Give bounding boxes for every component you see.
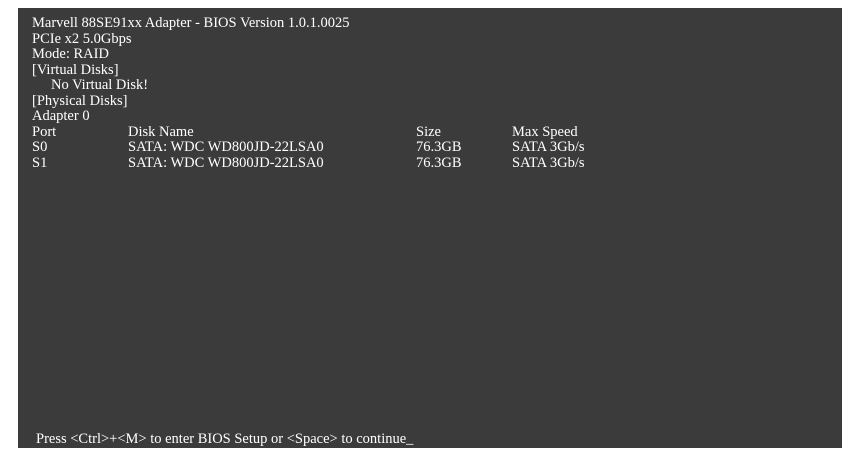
bios-title: Marvell 88SE91xx Adapter - BIOS Version … xyxy=(32,15,350,31)
disk-max-speed: SATA 3Gb/s xyxy=(512,139,585,155)
disk-max-speed: SATA 3Gb/s xyxy=(512,154,585,171)
column-header-size: Size xyxy=(416,123,441,140)
pcie-link-info: PCIe x2 5.0Gbps xyxy=(32,30,132,47)
disk-port: S1 xyxy=(32,154,48,171)
raid-mode: Mode: RAID xyxy=(32,46,109,62)
disk-size: 76.3GB xyxy=(416,139,462,155)
disk-table-header: Port Disk Name Size Max Speed xyxy=(18,123,842,141)
column-header-port: Port xyxy=(32,123,57,140)
disk-size: 76.3GB xyxy=(416,154,462,171)
adapter-label: Adapter 0 xyxy=(32,108,90,124)
disk-port: S0 xyxy=(32,139,48,155)
column-header-max-speed: Max Speed xyxy=(512,123,578,140)
bios-console-screen: Marvell 88SE91xx Adapter - BIOS Version … xyxy=(18,8,842,448)
continue-prompt: Press <Ctrl>+<M> to enter BIOS Setup or … xyxy=(36,431,414,447)
table-row: S0 SATA: WDC WD800JD-22LSA0 76.3GB SATA … xyxy=(18,139,842,156)
virtual-disks-heading: [Virtual Disks] xyxy=(32,61,119,78)
column-header-disk-name: Disk Name xyxy=(128,123,194,140)
table-row: S1 SATA: WDC WD800JD-22LSA0 76.3GB SATA … xyxy=(18,154,842,172)
disk-name: SATA: WDC WD800JD-22LSA0 xyxy=(128,139,324,155)
physical-disks-heading: [Physical Disks] xyxy=(32,92,128,109)
no-virtual-disk-message: No Virtual Disk! xyxy=(51,77,149,93)
disk-name: SATA: WDC WD800JD-22LSA0 xyxy=(128,154,324,171)
